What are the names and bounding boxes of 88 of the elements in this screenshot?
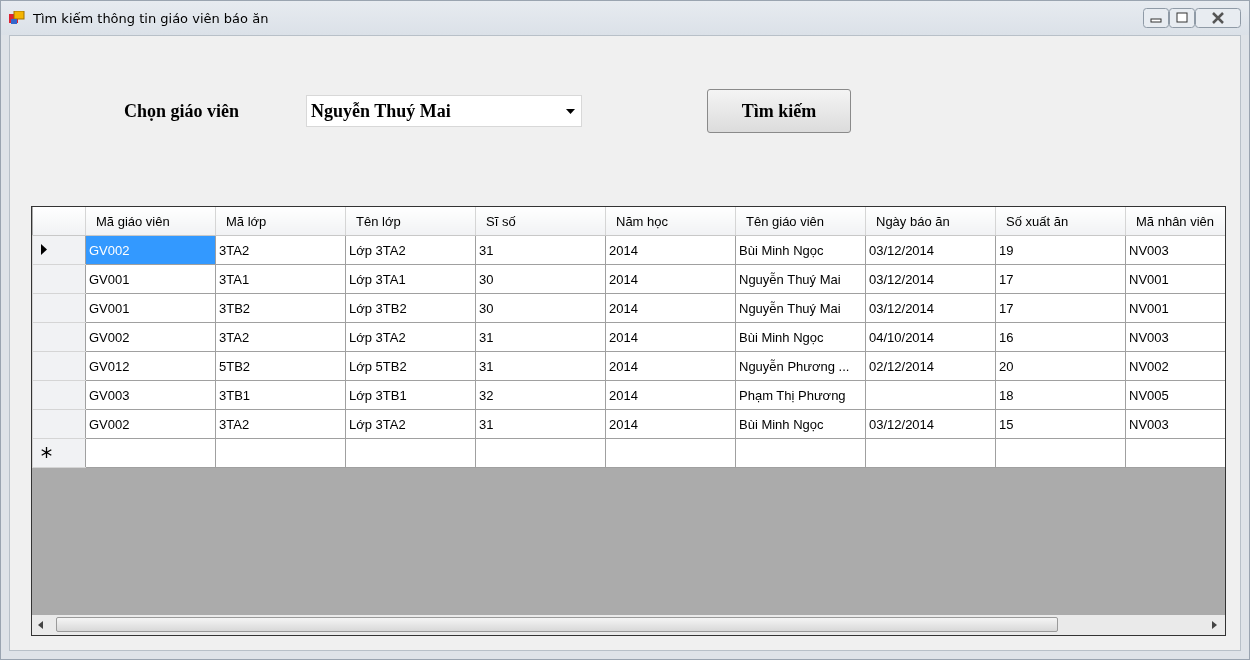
search-button[interactable]: Tìm kiếm (707, 89, 851, 133)
table-cell[interactable]: 15 (995, 409, 1126, 439)
table-cell[interactable]: 3TB1 (215, 380, 346, 410)
teacher-dropdown[interactable]: Nguyễn Thuý Mai (306, 95, 582, 127)
table-cell[interactable]: 04/10/2014 (865, 322, 996, 352)
table-cell[interactable]: Bùi Minh Ngọc (735, 235, 866, 265)
table-cell[interactable]: NV003 (1125, 409, 1225, 439)
table-cell[interactable]: 2014 (605, 264, 736, 294)
table-cell[interactable]: 2014 (605, 409, 736, 439)
table-cell[interactable]: GV001 (85, 293, 216, 323)
new-row-icon (41, 446, 52, 458)
table-cell[interactable]: 2014 (605, 235, 736, 265)
restore-button[interactable] (1169, 8, 1195, 28)
row-header[interactable] (32, 235, 86, 265)
table-cell[interactable]: 2014 (605, 351, 736, 381)
table-cell[interactable]: 03/12/2014 (865, 235, 996, 265)
table-cell[interactable]: Lớp 3TA2 (345, 409, 476, 439)
table-cell[interactable]: GV003 (85, 380, 216, 410)
table-cell[interactable]: GV002 (85, 322, 216, 352)
table-cell[interactable]: 3TA2 (215, 235, 346, 265)
table-cell[interactable]: 3TA1 (215, 264, 346, 294)
table-cell[interactable]: 2014 (605, 322, 736, 352)
table-cell[interactable]: 3TA2 (215, 409, 346, 439)
table-cell[interactable]: Lớp 5TB2 (345, 351, 476, 381)
table-cell[interactable]: 2014 (605, 380, 736, 410)
column-header[interactable]: Mã nhân viên (1125, 207, 1225, 236)
column-header[interactable]: Ngày báo ăn (865, 207, 996, 236)
teacher-label: Chọn giáo viên (124, 100, 241, 122)
table-cell[interactable]: 31 (475, 409, 606, 439)
scroll-left-icon[interactable] (38, 621, 43, 629)
table-cell[interactable]: 17 (995, 264, 1126, 294)
table-cell[interactable]: 5TB2 (215, 351, 346, 381)
table-cell[interactable]: 31 (475, 351, 606, 381)
column-header[interactable]: Tên lớp (345, 207, 476, 236)
table-cell[interactable]: Lớp 3TA2 (345, 322, 476, 352)
table-cell[interactable]: Lớp 3TA1 (345, 264, 476, 294)
app-icon (9, 11, 25, 25)
table-cell[interactable]: 19 (995, 235, 1126, 265)
minimize-button[interactable] (1143, 8, 1169, 28)
table-cell[interactable]: Phạm Thị Phương (735, 380, 866, 410)
current-row-icon (41, 243, 47, 255)
horizontal-scrollbar[interactable] (32, 615, 1225, 635)
table-cell[interactable]: Nguyễn Phương ... (735, 351, 866, 381)
table-cell[interactable]: 31 (475, 235, 606, 265)
table-cell[interactable]: Nguyễn Thuý Mai (735, 264, 866, 294)
table-cell[interactable]: NV003 (1125, 322, 1225, 352)
table-cell[interactable]: 30 (475, 293, 606, 323)
table-cell[interactable]: GV002 (85, 409, 216, 439)
table-cell[interactable]: Lớp 3TB1 (345, 380, 476, 410)
window-title: Tìm kiếm thông tin giáo viên báo ăn (33, 10, 270, 26)
table-cell[interactable]: 31 (475, 322, 606, 352)
table-cell[interactable]: 3TA2 (215, 322, 346, 352)
table-cell[interactable]: 30 (475, 264, 606, 294)
table-cell[interactable]: NV001 (1125, 264, 1225, 294)
table-cell[interactable]: 03/12/2014 (865, 264, 996, 294)
table-cell[interactable]: NV001 (1125, 293, 1225, 323)
table-cell[interactable]: Lớp 3TA2 (345, 235, 476, 265)
table-cell[interactable]: 2014 (605, 293, 736, 323)
table-cell[interactable]: Bùi Minh Ngọc (735, 322, 866, 352)
column-header[interactable]: Mã giáo viên (85, 207, 216, 236)
scroll-thumb[interactable] (56, 617, 1058, 632)
table-cell[interactable]: NV005 (1125, 380, 1225, 410)
close-button[interactable] (1195, 8, 1241, 28)
table-cell[interactable]: Nguyễn Thuý Mai (735, 293, 866, 323)
table-cell[interactable]: GV012 (85, 351, 216, 381)
table-cell[interactable]: Bùi Minh Ngọc (735, 409, 866, 439)
table-cell[interactable]: Lớp 3TB2 (345, 293, 476, 323)
table-cell[interactable]: GV001 (85, 264, 216, 294)
table-cell[interactable]: 17 (995, 293, 1126, 323)
table-cell[interactable]: 18 (995, 380, 1126, 410)
table-cell[interactable]: 03/12/2014 (865, 409, 996, 439)
table-cell[interactable]: 16 (995, 322, 1126, 352)
column-header[interactable]: Năm học (605, 207, 736, 236)
column-header[interactable]: Mã lớp (215, 207, 346, 236)
column-header[interactable]: Sĩ số (475, 207, 606, 236)
table-cell[interactable] (865, 380, 996, 410)
table-cell[interactable]: 32 (475, 380, 606, 410)
scroll-right-icon[interactable] (1212, 621, 1217, 629)
table-cell[interactable]: 20 (995, 351, 1126, 381)
table-cell[interactable]: NV002 (1125, 351, 1225, 381)
table-cell[interactable]: 03/12/2014 (865, 293, 996, 323)
dropdown-arrow-icon (566, 108, 575, 114)
table-cell[interactable]: 02/12/2014 (865, 351, 996, 381)
table-cell[interactable]: 3TB2 (215, 293, 346, 323)
column-header[interactable]: Tên giáo viên (735, 207, 866, 236)
row-header[interactable] (32, 438, 86, 468)
table-cell[interactable]: NV003 (1125, 235, 1225, 265)
column-header[interactable]: Số xuất ăn (995, 207, 1126, 236)
